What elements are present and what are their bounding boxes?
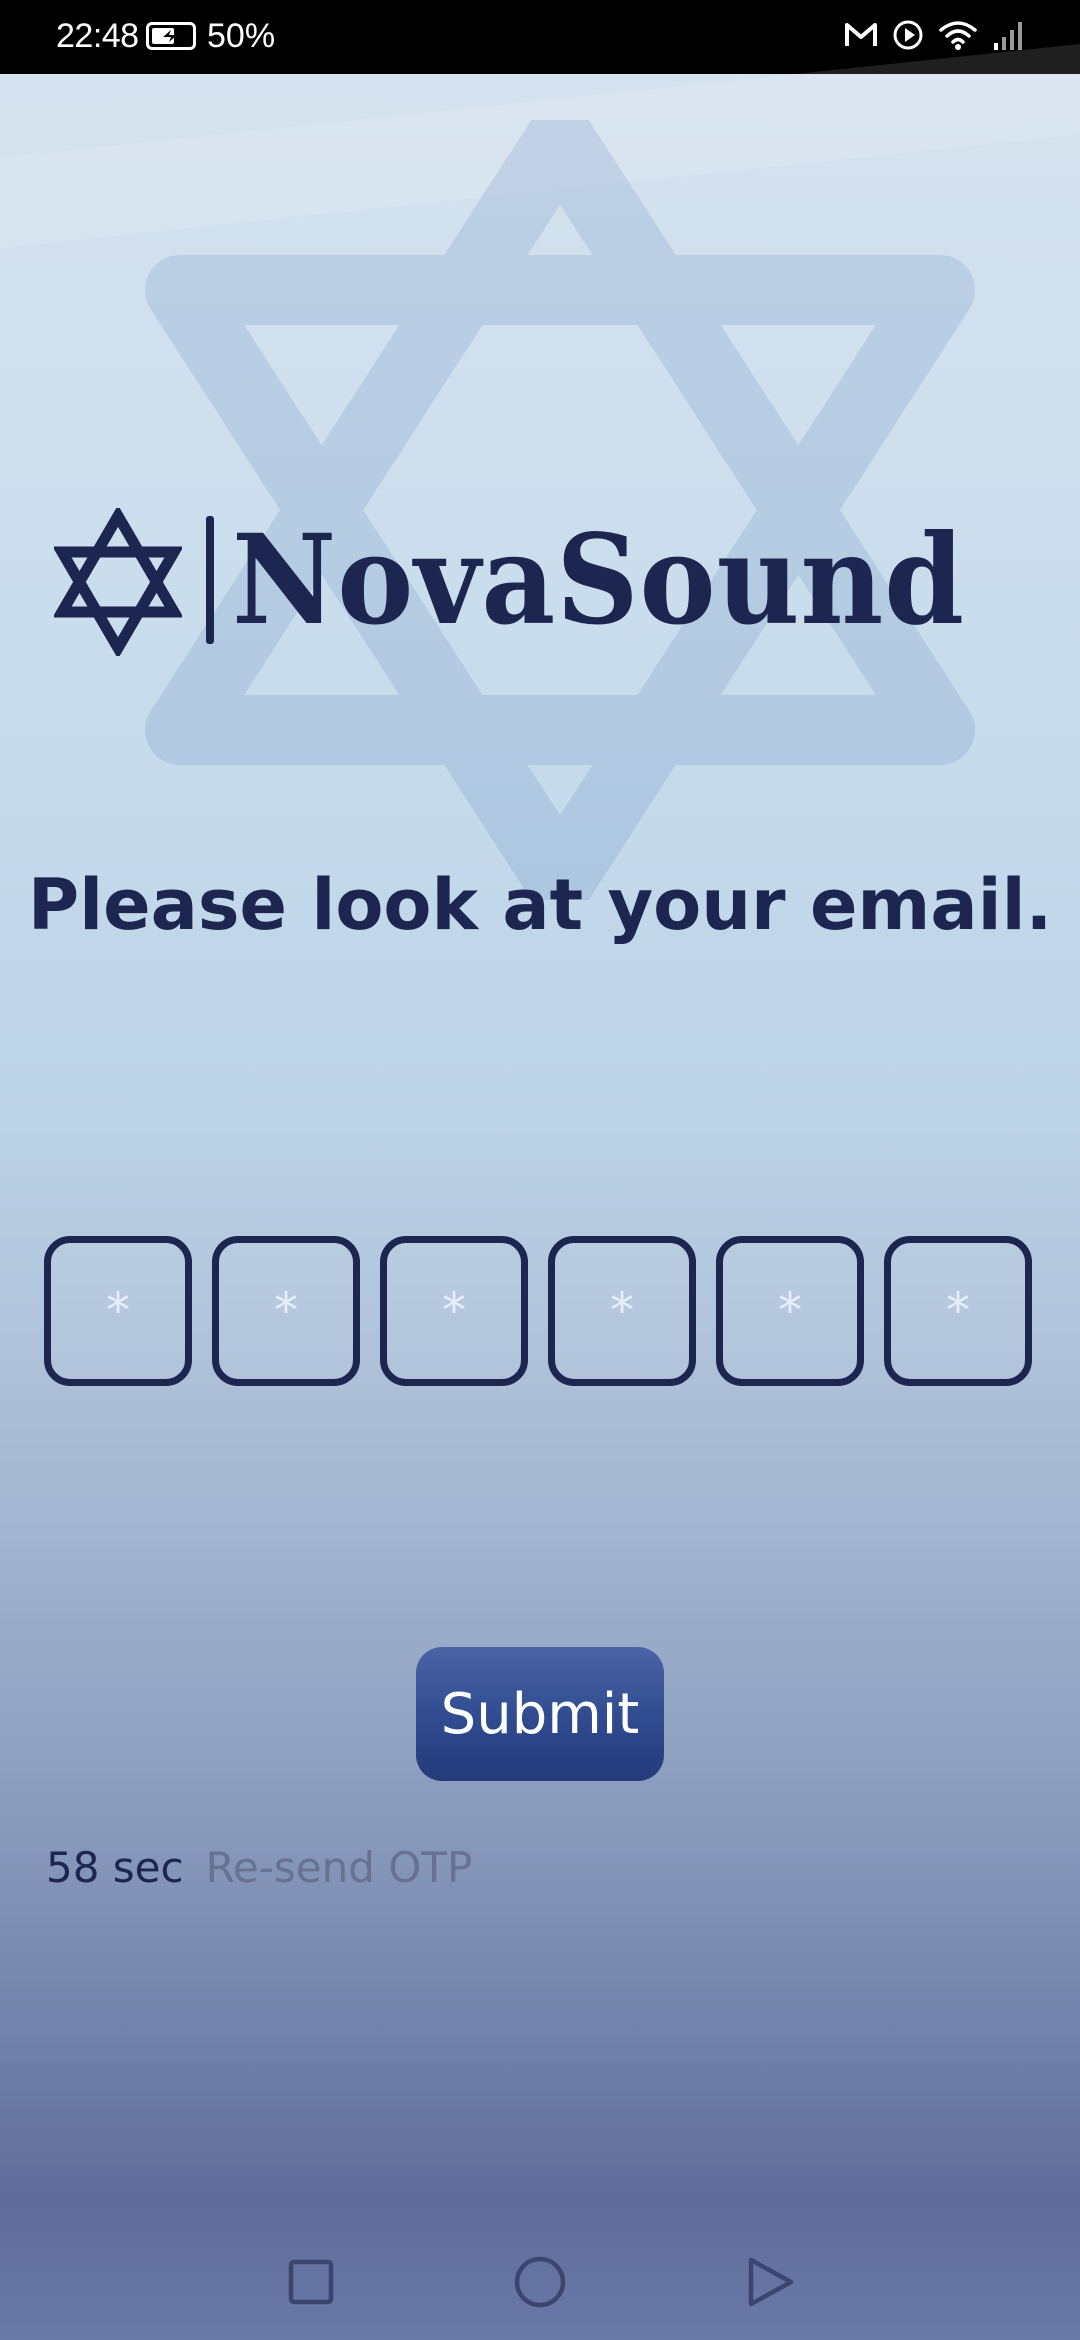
wifi-icon (938, 18, 978, 57)
home-circle-icon[interactable] (510, 2252, 570, 2312)
status-time: 22:48 (56, 17, 139, 55)
resend-row: 58 sec Re-send OTP (46, 1843, 472, 1903)
back-triangle-icon[interactable] (739, 2252, 799, 2312)
submit-button[interactable]: Submit (416, 1647, 664, 1781)
navigation-bar (0, 2230, 1080, 2340)
app-logo: NovaSound (54, 500, 1034, 660)
play-icon (892, 19, 924, 56)
otp-digit-6[interactable] (884, 1236, 1032, 1386)
otp-digit-5[interactable] (716, 1236, 864, 1386)
otp-digit-1[interactable] (44, 1236, 192, 1386)
battery-percent: 50% (207, 17, 276, 55)
page-title: Please look at your email. (27, 864, 1053, 946)
app-name: NovaSound (232, 508, 965, 653)
resend-otp-link[interactable]: Re-send OTP (206, 1843, 473, 1892)
otp-input-group (44, 1236, 1036, 1386)
battery-icon (146, 22, 196, 50)
star-of-david-icon (54, 508, 182, 656)
gmail-icon (844, 21, 878, 54)
otp-digit-3[interactable] (380, 1236, 528, 1386)
resend-countdown: 58 sec (46, 1843, 184, 1892)
screen: 22:48 50% NovaSound Please look at your … (0, 0, 1080, 2340)
logo-divider (206, 516, 214, 644)
recents-square-icon[interactable] (281, 2252, 341, 2312)
otp-digit-2[interactable] (212, 1236, 360, 1386)
otp-digit-4[interactable] (548, 1236, 696, 1386)
